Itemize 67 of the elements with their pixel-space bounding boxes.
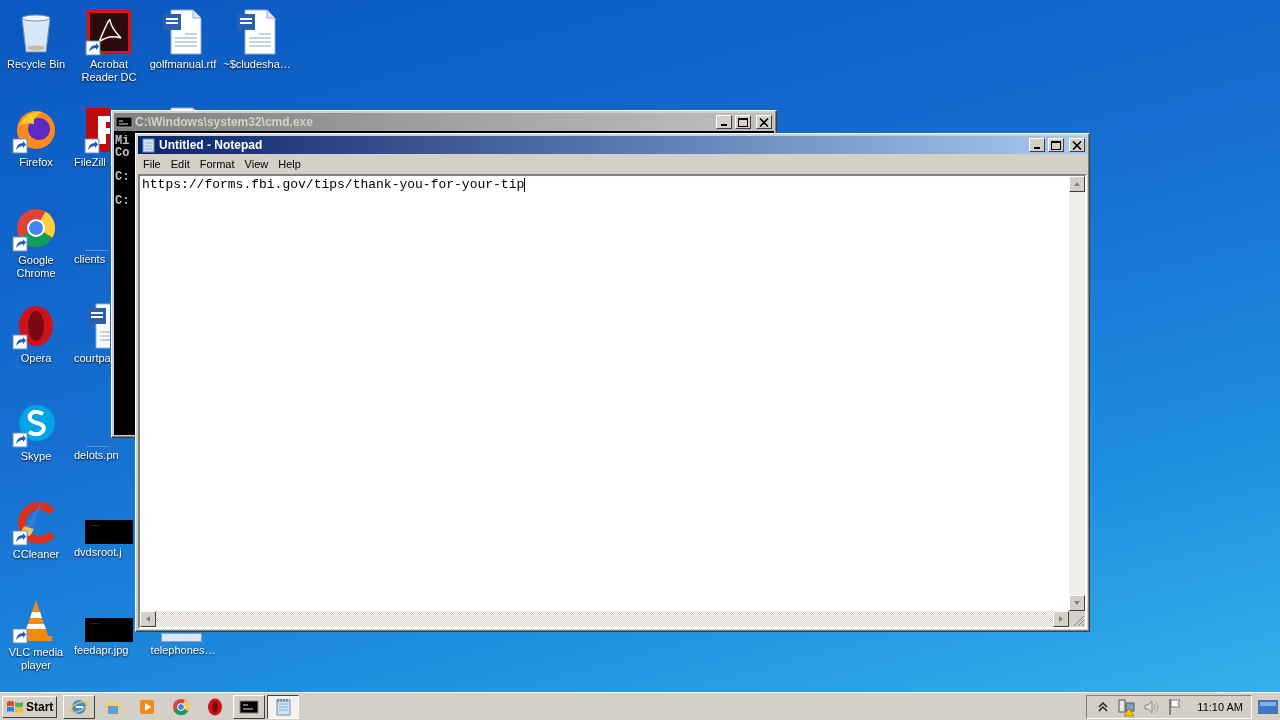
pdf-icon[interactable] <box>85 8 133 56</box>
console-text: C: <box>115 195 130 207</box>
down-arrow-icon <box>1073 599 1081 607</box>
start-button[interactable]: Start <box>2 696 58 718</box>
console-icon <box>239 697 260 717</box>
network-warning-icon[interactable] <box>1117 697 1138 717</box>
menu-item[interactable]: View <box>239 155 274 173</box>
icon-label: Acrobat Reader DC <box>80 58 138 84</box>
windows-flag-icon <box>6 699 24 715</box>
show-desktop-icon[interactable] <box>1258 699 1278 715</box>
menu-item[interactable]: Format <box>194 155 240 173</box>
icon-label: delots.pn <box>73 449 119 462</box>
minimize-button[interactable] <box>716 115 732 129</box>
icon-label: Google Chrome <box>15 254 57 280</box>
image-thumbnail[interactable] <box>85 618 133 642</box>
maximize-icon <box>1051 140 1061 150</box>
window-title: C:\Windows\system32\cmd.exe <box>135 115 314 129</box>
menu-item[interactable]: File <box>138 155 166 173</box>
clock[interactable]: 11:10 AM <box>1197 701 1243 713</box>
left-arrow-icon <box>144 615 152 623</box>
close-icon <box>1072 140 1082 150</box>
right-arrow-icon <box>1057 615 1065 623</box>
icon-label: CCleaner <box>12 548 60 561</box>
menu-item[interactable]: Help <box>273 155 306 173</box>
close-icon <box>759 117 769 127</box>
notepad-icon <box>140 137 156 153</box>
icon-label: Skype <box>20 450 52 463</box>
close-button[interactable] <box>1069 138 1085 152</box>
text-caret <box>524 178 526 192</box>
icon-label: VLC media player <box>7 646 65 672</box>
maximize-button[interactable] <box>1048 138 1064 152</box>
notepad-icon <box>273 697 294 717</box>
window-title: Untitled - Notepad <box>159 138 264 152</box>
icon-label: Firefox <box>19 156 53 169</box>
console-text: C: <box>115 171 130 183</box>
console-text: Co <box>115 147 130 159</box>
icon-label: telephones… <box>150 644 216 657</box>
icon-label: feedapr.jpg <box>73 644 129 657</box>
icon-label: ~$cludesha… <box>223 58 291 71</box>
scroll-up-button[interactable] <box>1069 176 1085 192</box>
text-content: https://forms.fbi.gov/tips/thank-you-for-your-tip <box>142 177 525 193</box>
minimize-icon <box>1034 146 1040 149</box>
minimize-button[interactable] <box>1029 138 1045 152</box>
maximize-button[interactable] <box>735 115 751 129</box>
minimize-icon <box>721 123 727 126</box>
scroll-left-button[interactable] <box>140 611 156 627</box>
scroll-down-button[interactable] <box>1069 595 1085 611</box>
resize-grip-icon[interactable] <box>1069 611 1085 627</box>
icon-label: courtpa <box>73 352 111 365</box>
icon-label: golfmanual.rtf <box>149 58 217 71</box>
icon-label: dvdsroot.j <box>73 546 122 559</box>
app-tile-icon[interactable] <box>84 106 110 154</box>
close-button[interactable] <box>756 115 772 129</box>
maximize-icon <box>738 117 748 127</box>
menu-item[interactable]: Edit <box>165 155 195 173</box>
wheel-icon <box>171 697 192 717</box>
console-text: Mi <box>115 135 130 147</box>
taskbar-button[interactable] <box>267 695 300 719</box>
image-thumbnail[interactable] <box>85 520 133 544</box>
icon-label: FileZill <box>73 156 106 169</box>
scroll-right-button[interactable] <box>1053 611 1069 627</box>
up-arrow-icon <box>1073 180 1081 188</box>
globe-icon <box>69 697 90 717</box>
console-icon <box>116 114 132 130</box>
icon-label: Opera <box>20 352 52 365</box>
icon-label: Recycle Bin <box>6 58 66 71</box>
icon-label: clients <box>73 253 106 266</box>
